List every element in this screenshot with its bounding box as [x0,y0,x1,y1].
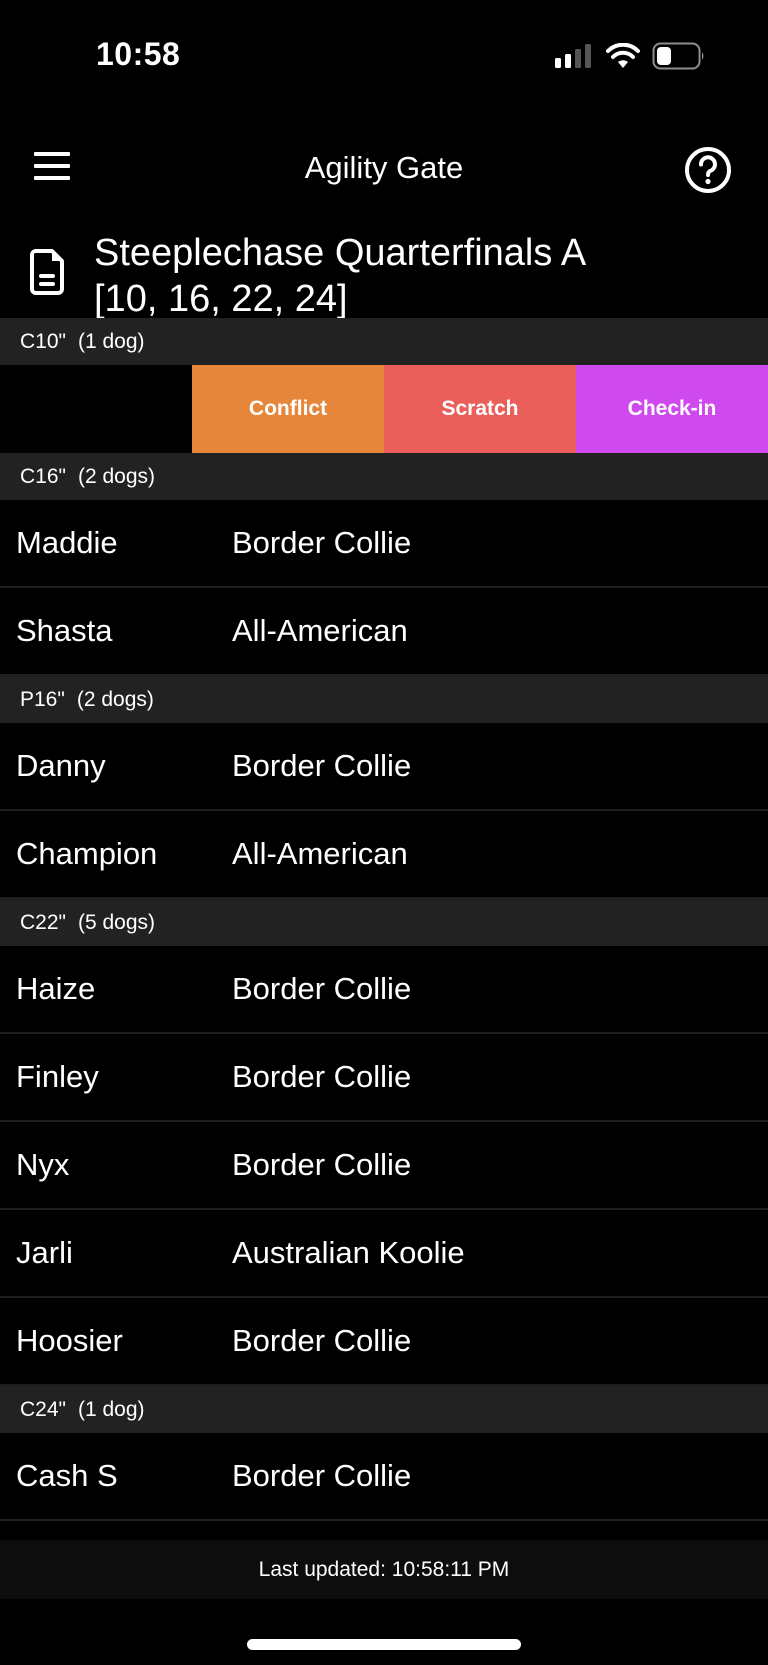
last-updated-footer: Last updated: 10:58:11 PM [0,1540,768,1599]
section-height: C16" [20,464,66,488]
document-icon [30,249,64,295]
dog-breed: All-American [232,613,408,648]
check-in-button[interactable]: Check-in [576,365,768,453]
section-header: P16" (2 dogs) [0,676,768,723]
section-count: (2 dogs) [77,464,156,488]
dog-name: Finley [16,1059,99,1094]
page-title: Steeplechase Quarterfinals A [10, 16, 22… [94,230,754,322]
dog-row[interactable]: Haize Border Collie [0,946,768,1034]
dog-row[interactable]: Cash S Border Collie [0,1433,768,1521]
section-header: C10" (1 dog) [0,318,768,365]
wifi-icon [606,43,640,68]
page-header: Steeplechase Quarterfinals A [10, 16, 22… [0,222,768,320]
dog-row[interactable]: Champion All-American [0,811,768,899]
swiped-row-content[interactable] [0,365,192,453]
class-name: Steeplechase Quarterfinals A [94,232,587,274]
dog-name: Jarli [16,1235,73,1270]
status-time: 10:58 [96,36,181,72]
section-count: (5 dogs) [77,910,156,934]
dog-row[interactable]: Nyx Border Collie [0,1122,768,1210]
section-height: P16" [20,687,65,711]
help-circle-icon [685,147,731,193]
conflict-button[interactable]: Conflict [192,365,384,453]
section-count: (2 dogs) [76,687,154,711]
dog-name: Cash S [16,1458,118,1493]
status-icons [554,42,706,70]
home-indicator[interactable] [247,1639,521,1650]
swiped-row: Conflict Scratch Check-in [0,365,768,453]
dog-breed: Border Collie [232,1323,412,1358]
dog-breed: Border Collie [232,525,412,560]
section-header: C22" (5 dogs) [0,899,768,946]
section-count: (1 dog) [77,1397,145,1421]
dog-breed: Border Collie [232,748,412,783]
section-header: C24" (1 dog) [0,1386,768,1433]
dog-name: Hoosier [16,1323,123,1358]
dog-name: Shasta [16,613,113,648]
dog-name: Danny [16,748,106,783]
cellular-signal-icon [555,44,591,68]
dog-breed: Border Collie [232,1059,412,1094]
dog-row[interactable]: Danny Border Collie [0,723,768,811]
dog-breed: All-American [232,836,408,871]
scratch-button[interactable]: Scratch [384,365,576,453]
section-height: C24" [20,1397,66,1421]
dog-row[interactable]: Hoosier Border Collie [0,1298,768,1386]
battery-icon [652,42,704,70]
dog-breed: Border Collie [232,971,412,1006]
help-button[interactable] [684,146,732,194]
section-count: (1 dog) [77,329,145,353]
dog-row[interactable]: Maddie Border Collie [0,500,768,588]
dog-breed: Border Collie [232,1147,412,1182]
dog-name: Nyx [16,1147,70,1182]
section-height: C22" [20,910,66,934]
dog-row[interactable]: Jarli Australian Koolie [0,1210,768,1298]
dog-breed: Australian Koolie [232,1235,465,1270]
dog-row[interactable]: Shasta All-American [0,588,768,676]
status-bar: 10:58 [0,0,768,110]
dog-name: Haize [16,971,96,1006]
run-order-list: C10" (1 dog) Conflict Scratch Check-in C… [0,318,768,1521]
dog-name: Maddie [16,525,118,560]
section-header: C16" (2 dogs) [0,453,768,500]
dog-row[interactable]: Finley Border Collie [0,1034,768,1122]
class-heights: [10, 16, 22, 24] [94,278,348,320]
section-height: C10" [20,329,66,353]
dog-name: Champion [16,836,158,871]
nav-bar: Agility Gate [0,132,768,208]
app-title: Agility Gate [304,150,464,185]
last-updated-text: Last updated: 10:58:11 PM [258,1557,510,1581]
dog-breed: Border Collie [232,1458,412,1493]
